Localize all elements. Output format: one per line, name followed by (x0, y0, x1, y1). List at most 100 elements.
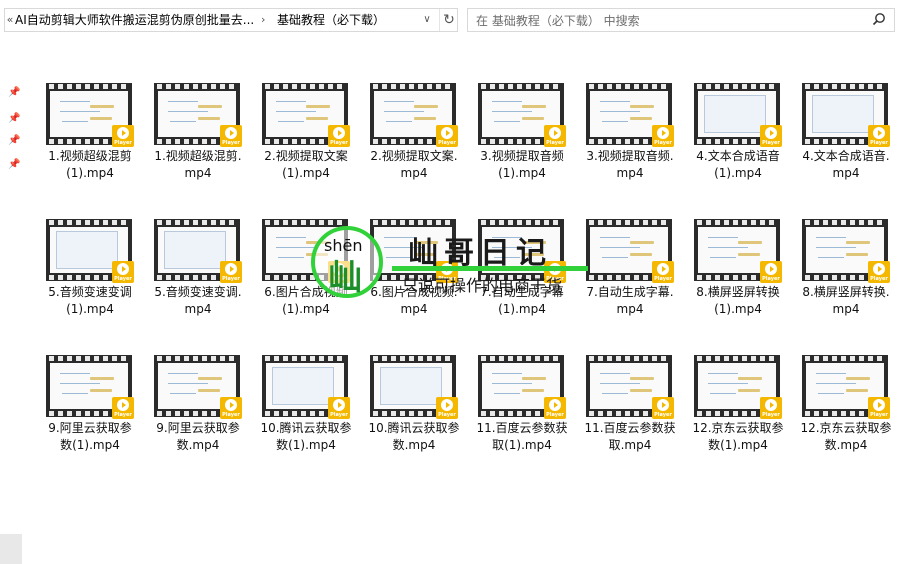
frame-panel (812, 95, 874, 133)
file-item[interactable]: Player 9.阿里云获取参 数(1).mp4 (38, 348, 142, 476)
play-triangle (446, 130, 450, 136)
file-name-line2: 数(1).mp4 (276, 438, 336, 452)
file-item[interactable]: Player 10.腾讯云获取参 数(1).mp4 (254, 348, 358, 476)
file-item[interactable]: Player 11.百度云参数获 取.mp4 (578, 348, 682, 476)
frame-mark (414, 253, 436, 256)
file-item[interactable]: Player 2.视频提取文案. mp4 (362, 76, 466, 204)
chevron-down-icon[interactable]: ∨ (419, 9, 435, 31)
video-thumbnail: Player (586, 83, 674, 147)
video-thumbnail: Player (46, 355, 134, 419)
player-badge-label: Player (546, 276, 564, 282)
play-triangle (662, 130, 666, 136)
file-item[interactable]: Player 11.百度云参数获 取(1).mp4 (470, 348, 574, 476)
film-perforation (373, 356, 453, 361)
frame-mark (846, 241, 870, 244)
film-perforation (265, 220, 345, 225)
file-name-line2: (1).mp4 (498, 302, 546, 316)
file-item[interactable]: Player 10.腾讯云获取参 数.mp4 (362, 348, 466, 476)
frame-mark (600, 373, 630, 374)
frame-mark (522, 253, 544, 256)
file-name-line1: 9.阿里云获取参 (48, 421, 132, 435)
file-item[interactable]: Player 2.视频提取文案 (1).mp4 (254, 76, 358, 204)
file-item[interactable]: Player 6.图片合成视频. mp4 (362, 212, 466, 340)
file-name: 5.音频变速变调 (1).mp4 (38, 284, 142, 318)
pin-icon[interactable]: 📌 (8, 160, 20, 170)
address-bar[interactable]: « AI自动剪辑大师软件搬运混剪伪原创批量去... › 基础教程（必下载） ∨ … (4, 8, 458, 32)
file-item[interactable]: Player 4.文本合成语音 (1).mp4 (686, 76, 790, 204)
file-name: 9.阿里云获取参 数(1).mp4 (38, 420, 142, 454)
frame-mark (494, 121, 520, 122)
file-item[interactable]: Player 1.视频超级混剪. mp4 (146, 76, 250, 204)
navigation-scrollbar[interactable] (0, 534, 22, 564)
file-item[interactable]: Player 1.视频超级混剪 (1).mp4 (38, 76, 142, 204)
play-triangle (122, 402, 126, 408)
file-item[interactable]: Player 4.文本合成语音. mp4 (794, 76, 898, 204)
file-name-line2: (1).mp4 (714, 302, 762, 316)
pin-icon[interactable]: 📌 (8, 114, 20, 124)
file-item[interactable]: Player 5.音频变速变调. mp4 (146, 212, 250, 340)
player-badge-label: Player (546, 140, 564, 146)
film-perforation (157, 220, 237, 225)
frame-mark (494, 393, 520, 394)
film-perforation (589, 356, 669, 361)
frame-mark (90, 377, 114, 380)
file-item[interactable]: Player 6.图片合成视频 (1).mp4 (254, 212, 358, 340)
file-name-line2: (1).mp4 (498, 166, 546, 180)
file-item[interactable]: Player 8.横屏竖屏转换. mp4 (794, 212, 898, 340)
back-crumb-icon[interactable]: « (5, 9, 15, 31)
file-item[interactable]: Player 9.阿里云获取参 数.mp4 (146, 348, 250, 476)
pin-icon[interactable]: 📌 (8, 88, 20, 98)
frame-mark (60, 383, 100, 384)
file-item[interactable]: Player 3.视频提取音频 (1).mp4 (470, 76, 574, 204)
film-perforation (805, 356, 885, 361)
player-app-icon: Player (868, 261, 890, 283)
video-thumbnail: Player (46, 219, 134, 283)
file-grid: Player 1.视频超级混剪 (1).mp4 Player 1.视频超级混剪. mp4 P… (38, 76, 898, 516)
breadcrumb-current[interactable]: 基础教程（必下载） (277, 9, 385, 31)
frame-mark (198, 105, 222, 108)
file-name-line1: 7.自动生成字幕. (586, 285, 674, 299)
file-name: 12.京东云获取参 数(1).mp4 (686, 420, 790, 454)
frame-mark (170, 121, 196, 122)
player-badge-label: Player (438, 276, 456, 282)
player-badge-label: Player (330, 412, 348, 418)
file-item[interactable]: Player 8.横屏竖屏转换 (1).mp4 (686, 212, 790, 340)
film-perforation (49, 84, 129, 89)
file-name: 12.京东云获取参 数.mp4 (794, 420, 898, 454)
file-item[interactable]: Player 12.京东云获取参 数(1).mp4 (686, 348, 790, 476)
file-item[interactable]: Player 7.自动生成字幕 (1).mp4 (470, 212, 574, 340)
player-app-icon: Player (868, 125, 890, 147)
file-item[interactable]: Player 3.视频提取音频. mp4 (578, 76, 682, 204)
file-name-line2: (1).mp4 (714, 166, 762, 180)
file-name-line2: 数.mp4 (176, 438, 220, 452)
player-app-icon: Player (220, 261, 242, 283)
search-input[interactable] (474, 11, 858, 31)
frame-mark (276, 101, 306, 102)
file-name-line2: (1).mp4 (282, 302, 330, 316)
refresh-icon[interactable]: ↻ (439, 9, 457, 31)
film-perforation (805, 220, 885, 225)
breadcrumb-parent[interactable]: AI自动剪辑大师软件搬运混剪伪原创批量去... (15, 9, 257, 31)
breadcrumb-separator-icon[interactable]: › (261, 9, 265, 31)
frame-panel (380, 367, 442, 405)
file-item[interactable]: Player 12.京东云获取参 数.mp4 (794, 348, 898, 476)
pin-icon[interactable]: 📌 (8, 136, 20, 146)
file-item[interactable]: Player 5.音频变速变调 (1).mp4 (38, 212, 142, 340)
file-name: 3.视频提取音频 (1).mp4 (470, 148, 574, 182)
frame-mark (600, 383, 640, 384)
frame-mark (278, 121, 304, 122)
search-icon[interactable] (872, 12, 886, 26)
search-box[interactable] (467, 8, 895, 32)
frame-mark (846, 253, 868, 256)
film-perforation (157, 84, 237, 89)
player-badge-label: Player (222, 276, 240, 282)
frame-mark (522, 105, 546, 108)
play-triangle (122, 266, 126, 272)
frame-mark (386, 257, 412, 258)
video-thumbnail: Player (370, 355, 458, 419)
file-name-line1: 8.横屏竖屏转换. (802, 285, 890, 299)
play-triangle (554, 130, 558, 136)
file-item[interactable]: Player 7.自动生成字幕. mp4 (578, 212, 682, 340)
player-badge-label: Player (438, 140, 456, 146)
frame-panel (704, 95, 766, 133)
